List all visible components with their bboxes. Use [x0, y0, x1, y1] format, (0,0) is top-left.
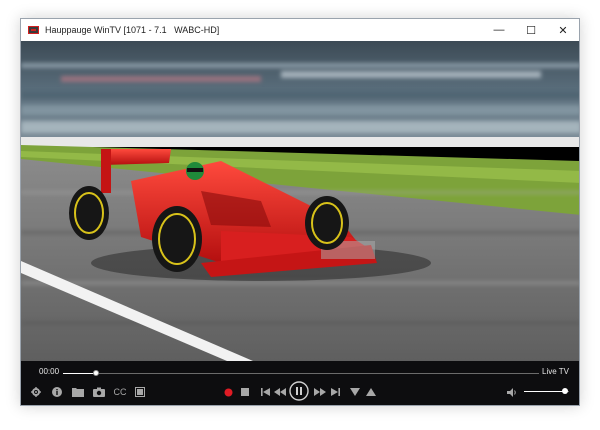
- seek-bar-fill: [63, 373, 97, 374]
- stop-icon[interactable]: [239, 385, 251, 399]
- fast-forward-icon[interactable]: [313, 385, 327, 399]
- title-bar[interactable]: Hauppauge WinTV [1071 - 7.1 WABC-HD] — ☐…: [21, 19, 579, 41]
- volume-slider-handle[interactable]: [561, 388, 568, 394]
- volume-icon[interactable]: [505, 385, 519, 399]
- elapsed-time: 00:00: [39, 367, 60, 376]
- camera-icon[interactable]: [92, 385, 106, 399]
- skip-forward-icon[interactable]: [329, 385, 341, 399]
- window-title: Hauppauge WinTV [1071 - 7.1 WABC-HD]: [45, 25, 220, 35]
- volume-slider-fill: [524, 391, 565, 392]
- aspect-ratio-icon[interactable]: [134, 385, 146, 399]
- maximize-button[interactable]: ☐: [515, 19, 547, 41]
- minimize-button[interactable]: —: [483, 19, 515, 41]
- control-bar: 00:00 Live TV CC: [21, 361, 579, 405]
- record-icon[interactable]: [222, 385, 234, 399]
- folder-icon[interactable]: [71, 385, 85, 399]
- tv-app-icon: [28, 26, 39, 34]
- rewind-icon[interactable]: [273, 385, 287, 399]
- volume-slider[interactable]: [524, 388, 569, 394]
- window-controls: — ☐ ✕: [483, 19, 579, 41]
- video-display[interactable]: [21, 41, 579, 361]
- pause-icon[interactable]: [289, 381, 309, 401]
- close-button[interactable]: ✕: [547, 19, 579, 41]
- seek-bar-handle[interactable]: [93, 370, 100, 376]
- gear-icon[interactable]: [30, 385, 42, 399]
- skip-back-icon[interactable]: [259, 385, 271, 399]
- live-tv-label[interactable]: Live TV: [542, 367, 569, 376]
- seek-bar[interactable]: [63, 370, 539, 376]
- wintv-window: Hauppauge WinTV [1071 - 7.1 WABC-HD] — ☐…: [20, 18, 580, 406]
- race-car-video-frame: [21, 41, 579, 361]
- channel-up-icon[interactable]: [365, 385, 377, 399]
- info-icon[interactable]: [51, 385, 63, 399]
- channel-down-icon[interactable]: [349, 385, 361, 399]
- cc-icon[interactable]: CC: [111, 385, 129, 399]
